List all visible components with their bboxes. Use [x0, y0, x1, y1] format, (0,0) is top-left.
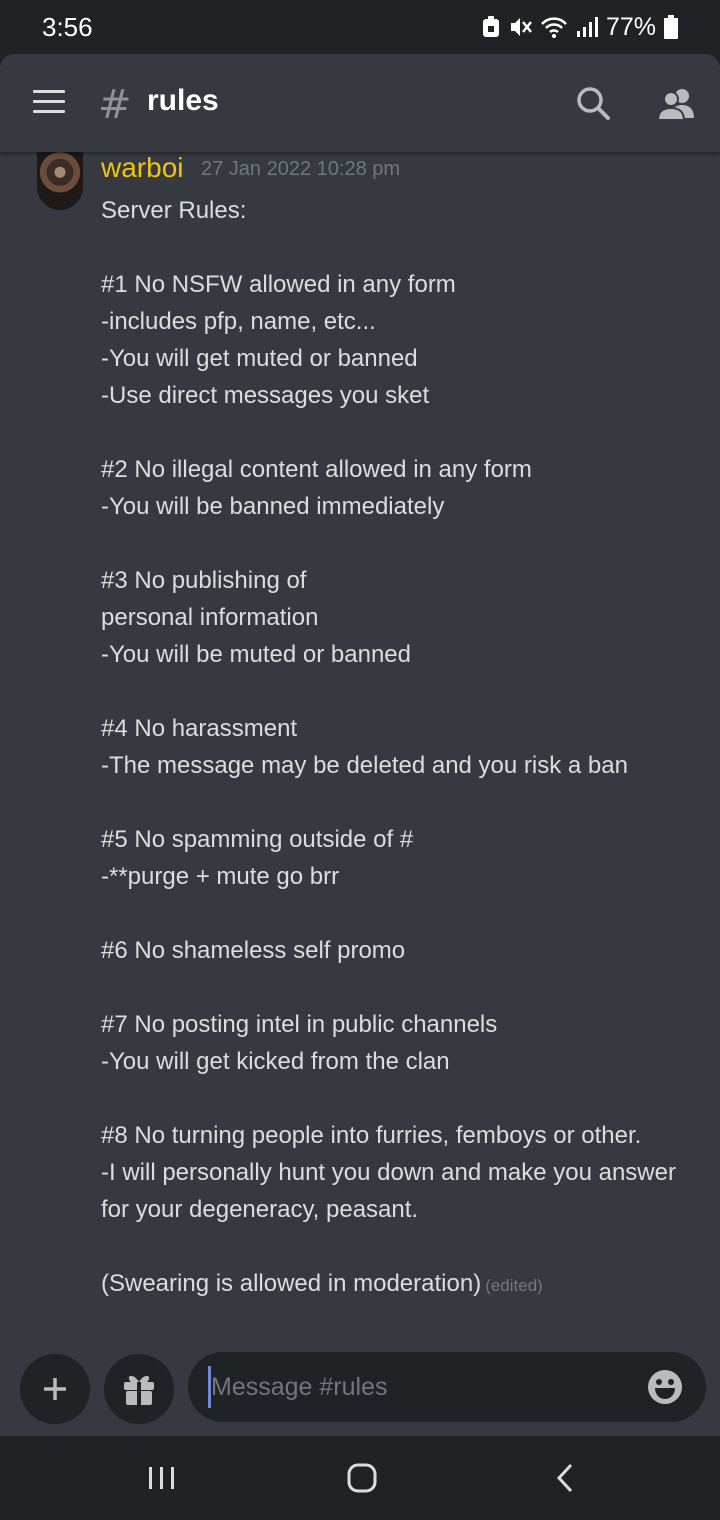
message-line: #3 No publishing of [101, 567, 307, 594]
channel-title: rules [147, 84, 219, 117]
recents-icon[interactable] [142, 1458, 182, 1498]
message-line [101, 229, 701, 266]
message-line: (Swearing is allowed in moderation) [101, 1270, 482, 1297]
message-composer [0, 1342, 720, 1436]
message-line: -**purge + mute go brr [101, 863, 340, 890]
system-nav-bar [0, 1436, 720, 1520]
message-line: Server Rules: [101, 197, 247, 224]
emoji-icon[interactable] [646, 1368, 684, 1406]
message-content[interactable]: Server Rules: #1 No NSFW allowed in any … [101, 192, 701, 1302]
message-line-last: (Swearing is allowed in moderation) (edit… [101, 1265, 701, 1302]
plus-icon[interactable] [20, 1354, 90, 1424]
message-line: -You will get kicked from the clan [101, 1048, 450, 1075]
message-author[interactable]: warboi [101, 152, 183, 184]
wifi-icon [540, 16, 568, 38]
message-line [101, 969, 701, 1006]
message-line: #6 No shameless self promo [101, 937, 406, 964]
avatar[interactable] [37, 152, 83, 210]
message-line [101, 673, 701, 710]
message-timestamp: 27 Jan 2022 10:28 pm [201, 158, 401, 180]
battery-percent: 77% [605, 12, 656, 41]
message-input[interactable] [208, 1366, 618, 1408]
members-icon[interactable] [656, 84, 696, 124]
message-line: personal information [101, 604, 319, 631]
message-line [101, 414, 701, 451]
channel-header: # rules [0, 54, 720, 152]
message-list[interactable]: warboi 27 Jan 2022 10:28 pm Server Rules… [0, 152, 720, 1342]
menu-icon[interactable] [33, 90, 65, 114]
status-bar: 3:56 77% [0, 0, 720, 54]
message-line: -You will be banned immediately [101, 493, 445, 520]
message-line [101, 1228, 701, 1265]
message-line: -I will personally hunt you down and mak… [101, 1159, 676, 1186]
back-icon[interactable] [546, 1458, 586, 1498]
status-icons: 77% [482, 13, 678, 42]
home-icon[interactable] [342, 1458, 382, 1498]
battery-icon [664, 15, 678, 39]
sim-lock-icon [482, 16, 500, 38]
message-line [101, 784, 701, 821]
message-line: #7 No posting intel in public channels [101, 1011, 498, 1038]
mute-icon [508, 16, 532, 38]
message-line: -You will be muted or banned [101, 641, 411, 668]
message-input-box[interactable] [188, 1352, 706, 1422]
gift-icon[interactable] [104, 1354, 174, 1424]
signal-icon [576, 16, 598, 38]
message-line: #1 No NSFW allowed in any form [101, 271, 456, 298]
edited-label: (edited) [485, 1276, 543, 1295]
message-line: -You will get muted or banned [101, 345, 418, 372]
message-line: for your degeneracy, peasant. [101, 1196, 419, 1223]
message-line: #5 No spamming outside of # [101, 826, 414, 853]
message-line: -includes pfp, name, etc... [101, 308, 376, 335]
message-line: -The message may be deleted and you risk… [101, 752, 628, 779]
message-line [101, 895, 701, 932]
message-line: #4 No harassment [101, 715, 298, 742]
message-line: #8 No turning people into furries, fembo… [101, 1122, 642, 1149]
hash-icon: # [98, 82, 132, 128]
message-line: #2 No illegal content allowed in any for… [101, 456, 532, 483]
message-line [101, 1080, 701, 1117]
search-icon[interactable] [574, 84, 614, 124]
status-time: 3:56 [42, 11, 93, 42]
message-line: -Use direct messages you sket [101, 382, 430, 409]
message-line [101, 525, 701, 562]
